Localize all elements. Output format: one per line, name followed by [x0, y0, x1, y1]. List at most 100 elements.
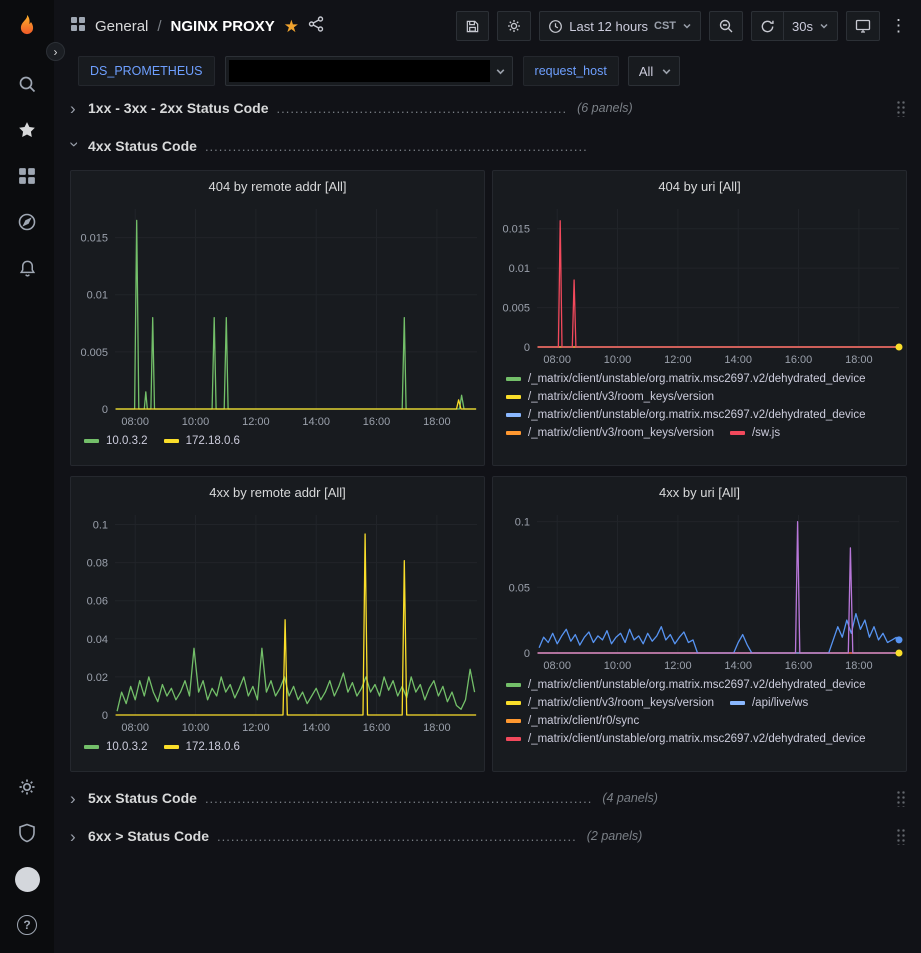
legend-item[interactable]: /_matrix/client/v3/room_keys/version: [506, 427, 714, 439]
row-drag-handle-icon[interactable]: [896, 828, 907, 845]
svg-text:0.015: 0.015: [80, 233, 108, 245]
refresh-button[interactable]: [751, 11, 783, 41]
legend-item[interactable]: /_matrix/client/v3/room_keys/version: [506, 697, 714, 709]
panel-header[interactable]: 404 by remote addr [All]: [71, 171, 484, 201]
time-series-chart[interactable]: 08:0010:0012:0014:0016:0018:0000.0050.01…: [493, 201, 907, 369]
svg-text:0: 0: [524, 648, 530, 660]
legend-label: /_matrix/client/v3/room_keys/version: [528, 391, 714, 403]
ds-prometheus-label[interactable]: DS_PROMETHEUS: [78, 56, 215, 86]
svg-text:10:00: 10:00: [182, 416, 210, 428]
time-series-chart[interactable]: 08:0010:0012:0014:0016:0018:0000.020.040…: [71, 507, 485, 737]
legend-item[interactable]: 10.0.3.2: [84, 741, 148, 753]
panel-header[interactable]: 4xx by remote addr [All]: [71, 477, 484, 507]
ds-prometheus-select[interactable]: [225, 56, 513, 86]
favorite-star-icon[interactable]: ★: [284, 18, 299, 35]
row-4xx-status-code[interactable]: › 4xx Status Code ......................…: [70, 132, 907, 160]
panel-404-by-remote-addr-all-: 404 by remote addr [All] 08:00 10:00 12:00…: [70, 170, 485, 466]
legend-item[interactable]: /_matrix/client/unstable/org.matrix.msc2…: [506, 679, 866, 691]
svg-text:10:00: 10:00: [604, 660, 632, 672]
legend-label: /_matrix/client/r0/sync: [528, 715, 639, 727]
legend-item[interactable]: /_matrix/client/unstable/org.matrix.msc2…: [506, 409, 866, 421]
monitor-icon: [855, 18, 871, 34]
row-6xx-status-code[interactable]: › 6xx > Status Code ....................…: [70, 822, 907, 850]
sidebar-expand-button[interactable]: ›: [46, 42, 65, 61]
svg-text:0.015: 0.015: [502, 224, 530, 236]
legend-swatch: [730, 701, 745, 705]
panel-title: 4xx by uri [All]: [659, 485, 740, 500]
svg-text:10:00: 10:00: [604, 354, 632, 366]
time-series-chart[interactable]: 08:0010:0012:0014:0016:0018:0000.0050.01…: [71, 201, 485, 431]
row-1xx-3xx-2xx-status-code[interactable]: › 1xx - 3xx - 2xx Status Code ..........…: [70, 94, 907, 122]
legend-swatch: [506, 431, 521, 435]
search-icon[interactable]: [7, 64, 47, 104]
avatar: [15, 867, 40, 892]
legend-item[interactable]: /api/live/ws: [730, 697, 808, 709]
help-icon[interactable]: ?: [7, 905, 47, 945]
legend-item[interactable]: 172.18.0.6: [164, 741, 240, 753]
svg-text:08:00: 08:00: [121, 416, 149, 428]
time-range-picker[interactable]: Last 12 hours CST: [539, 11, 701, 41]
user-avatar[interactable]: [7, 859, 47, 899]
starred-icon[interactable]: [7, 110, 47, 150]
refresh-interval-dropdown[interactable]: 30s: [783, 11, 838, 41]
legend-item[interactable]: /_matrix/client/unstable/org.matrix.msc2…: [506, 373, 866, 385]
panel-header[interactable]: 4xx by uri [All]: [493, 477, 906, 507]
row-panel-count: (2 panels): [587, 829, 643, 843]
settings-gear-icon[interactable]: [7, 767, 47, 807]
legend-swatch: [506, 719, 521, 723]
svg-text:0.005: 0.005: [502, 303, 530, 315]
panel-title: 4xx by remote addr [All]: [209, 485, 346, 500]
panel-header[interactable]: 404 by uri [All]: [493, 171, 906, 201]
grafana-logo[interactable]: [7, 8, 47, 48]
dashboards-icon[interactable]: [7, 156, 47, 196]
alerting-bell-icon[interactable]: [7, 248, 47, 288]
dashboard-toolbar: Last 12 hours CST 30s ⋮: [456, 11, 909, 41]
svg-text:16:00: 16:00: [785, 354, 813, 366]
request-host-label[interactable]: request_host: [523, 56, 619, 86]
breadcrumb-folder[interactable]: General: [95, 18, 148, 35]
panel-4xx-by-remote-addr-all-: 4xx by remote addr [All] 08:0010:0012:00…: [70, 476, 485, 772]
zoom-out-button[interactable]: [709, 11, 743, 41]
cycle-view-tv-button[interactable]: [846, 11, 880, 41]
more-options-kebab-icon[interactable]: ⋮: [888, 11, 909, 41]
row-5xx-status-code[interactable]: › 5xx Status Code ......................…: [70, 784, 907, 812]
chevron-down-icon: [682, 21, 692, 31]
svg-text:16:00: 16:00: [785, 660, 813, 672]
legend-item[interactable]: 172.18.0.6: [164, 435, 240, 447]
svg-text:0.06: 0.06: [87, 596, 108, 608]
row-drag-handle-icon[interactable]: [896, 790, 907, 807]
refresh-interval-label: 30s: [792, 19, 813, 34]
legend-swatch: [506, 377, 521, 381]
legend-item[interactable]: /sw.js: [730, 427, 780, 439]
chevron-down-icon: [819, 21, 829, 31]
legend-swatch: [506, 395, 521, 399]
request-host-select[interactable]: All: [628, 56, 680, 86]
legend-label: /_matrix/client/unstable/org.matrix.msc2…: [528, 679, 866, 691]
svg-text:12:00: 12:00: [242, 416, 270, 428]
refresh-icon: [760, 19, 775, 34]
svg-text:0.02: 0.02: [87, 672, 108, 684]
time-series-chart[interactable]: 08:0010:0012:0014:0016:0018:0000.050.1: [493, 507, 907, 675]
legend-label: 10.0.3.2: [106, 435, 148, 447]
breadcrumb-title[interactable]: NGINX PROXY: [171, 18, 275, 35]
save-dashboard-button[interactable]: [456, 11, 489, 41]
row-drag-handle-icon[interactable]: [896, 100, 907, 117]
dashboard-settings-button[interactable]: [497, 11, 531, 41]
panel-legend: 10.0.3.2 172.18.0.6: [71, 737, 484, 771]
request-host-value: All: [639, 64, 653, 79]
legend-item[interactable]: /_matrix/client/v3/room_keys/version: [506, 391, 714, 403]
svg-text:14:00: 14:00: [724, 660, 752, 672]
share-icon[interactable]: [308, 16, 324, 37]
explore-compass-icon[interactable]: [7, 202, 47, 242]
server-admin-shield-icon[interactable]: [7, 813, 47, 853]
apps-grid-icon: [70, 16, 86, 37]
legend-item[interactable]: /_matrix/client/unstable/org.matrix.msc2…: [506, 733, 866, 745]
legend-label: 172.18.0.6: [186, 435, 240, 447]
legend-item[interactable]: 10.0.3.2: [84, 435, 148, 447]
chevron-down-icon: [490, 66, 512, 77]
legend-swatch: [730, 431, 745, 435]
svg-text:0.01: 0.01: [87, 290, 108, 302]
legend-item[interactable]: /_matrix/client/r0/sync: [506, 715, 639, 727]
zoom-out-icon: [718, 18, 734, 34]
legend-swatch: [506, 701, 521, 705]
